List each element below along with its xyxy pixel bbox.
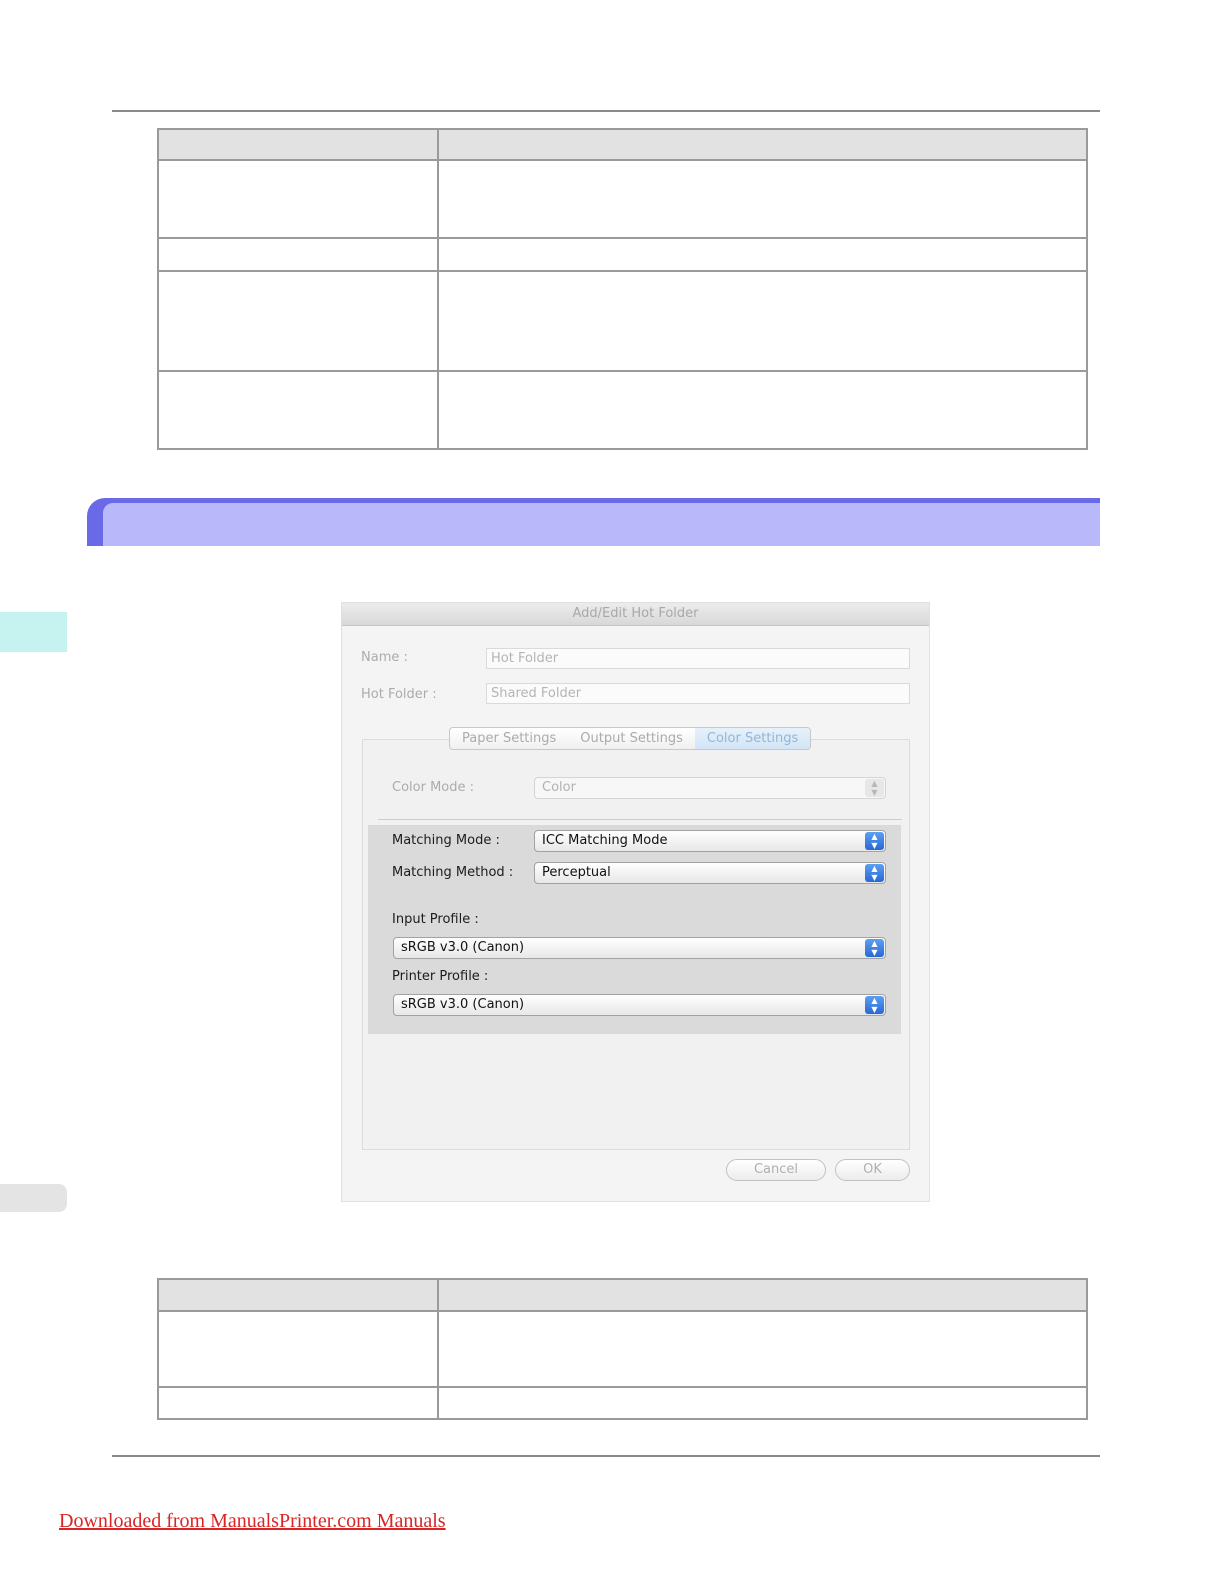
- color-mode-value: Color: [542, 780, 576, 795]
- table-row: [157, 1310, 1088, 1388]
- table-row: [157, 1386, 1088, 1420]
- settings-tabs: Paper Settings Output Settings Color Set…: [449, 727, 812, 750]
- ok-button[interactable]: OK: [835, 1159, 910, 1181]
- matching-mode-select[interactable]: ICC Matching Mode ▲ ▼: [534, 830, 886, 852]
- settings-table-top: [157, 128, 1088, 450]
- table-row: [157, 270, 1088, 372]
- input-profile-select[interactable]: sRGB v3.0 (Canon) ▲ ▼: [393, 937, 886, 959]
- matching-method-label: Matching Method :: [392, 865, 514, 880]
- matching-method-value: Perceptual: [542, 865, 611, 880]
- hot-folder-field[interactable]: Shared Folder: [486, 683, 910, 704]
- matching-mode-label: Matching Mode :: [392, 833, 500, 848]
- color-mode-label: Color Mode :: [392, 780, 475, 795]
- table-row: [157, 159, 1088, 239]
- printer-profile-value: sRGB v3.0 (Canon): [401, 997, 525, 1012]
- download-link[interactable]: Downloaded from ManualsPrinter.com Manua…: [59, 1510, 446, 1533]
- settings-table-bottom: [157, 1278, 1088, 1420]
- table-header-row: [157, 1278, 1088, 1312]
- separator: [378, 819, 902, 820]
- chapter-side-tab: [0, 612, 67, 652]
- table-row: [157, 370, 1088, 450]
- input-profile-value: sRGB v3.0 (Canon): [401, 940, 525, 955]
- popup-arrows-icon: ▲ ▼: [865, 832, 884, 850]
- section-heading-bar: [87, 498, 1100, 546]
- add-edit-hot-folder-dialog: Add/Edit Hot Folder Name : Hot Folder Ho…: [341, 602, 930, 1202]
- tab-paper-settings[interactable]: Paper Settings: [450, 728, 568, 749]
- printer-profile-select[interactable]: sRGB v3.0 (Canon) ▲ ▼: [393, 994, 886, 1016]
- index-side-tab: [0, 1184, 67, 1212]
- top-rule: [112, 110, 1100, 112]
- tab-output-settings[interactable]: Output Settings: [568, 728, 695, 749]
- popup-arrows-icon: ▲ ▼: [865, 864, 884, 882]
- hot-folder-label: Hot Folder :: [361, 687, 437, 702]
- matching-mode-value: ICC Matching Mode: [542, 833, 668, 848]
- popup-arrows-icon: ▲ ▼: [865, 939, 884, 957]
- popup-arrows-icon: ▲ ▼: [865, 779, 884, 797]
- popup-arrows-icon: ▲ ▼: [865, 996, 884, 1014]
- dialog-title: Add/Edit Hot Folder: [342, 603, 929, 626]
- name-label: Name :: [361, 650, 408, 665]
- cancel-button[interactable]: Cancel: [726, 1159, 826, 1181]
- name-field[interactable]: Hot Folder: [486, 648, 910, 669]
- input-profile-label: Input Profile :: [392, 912, 479, 927]
- matching-method-select[interactable]: Perceptual ▲ ▼: [534, 862, 886, 884]
- bottom-rule: [112, 1455, 1100, 1457]
- section-heading-bar-inner: [103, 503, 1100, 546]
- table-header-row: [157, 128, 1088, 161]
- printer-profile-label: Printer Profile :: [392, 969, 489, 984]
- tab-color-settings[interactable]: Color Settings: [694, 728, 811, 749]
- table-row: [157, 237, 1088, 272]
- color-mode-select[interactable]: Color ▲ ▼: [534, 777, 886, 799]
